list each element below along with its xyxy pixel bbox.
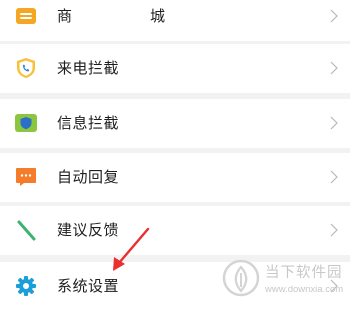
watermark-title: 当下软件园 <box>265 265 343 281</box>
chevron-right-icon <box>330 61 338 75</box>
menu-item-message-block[interactable]: 信息拦截 <box>0 99 350 148</box>
chevron-right-icon <box>330 170 338 184</box>
menu-item-label: 自动回复 <box>57 168 120 186</box>
call-block-shield-icon <box>17 58 35 78</box>
menu-item-label: 商 城 <box>57 7 182 25</box>
menu-item-auto-reply[interactable]: 自动回复 <box>0 153 350 202</box>
watermark-logo-icon <box>222 259 260 297</box>
chevron-right-icon <box>330 9 338 23</box>
auto-reply-chat-icon <box>16 168 36 186</box>
menu-item-call-block[interactable]: 来电拦截 <box>0 44 350 93</box>
menu-item-feedback[interactable]: 建议反馈 <box>0 206 350 255</box>
menu-item-label: 建议反馈 <box>57 221 120 239</box>
chevron-right-icon <box>330 223 338 237</box>
menu-item-label: 信息拦截 <box>57 114 120 132</box>
feedback-pen-icon <box>17 220 36 241</box>
watermark-url: www.downxia.com <box>265 284 344 295</box>
shop-icon <box>16 8 36 24</box>
settings-gear-icon <box>16 276 36 296</box>
menu-item-shop[interactable]: 商 城 <box>0 0 350 41</box>
watermark: 当下软件园 www.downxia.com <box>210 256 350 306</box>
menu-item-label: 来电拦截 <box>57 59 120 77</box>
message-block-shield-icon <box>15 114 37 132</box>
chevron-right-icon <box>330 116 338 130</box>
menu-item-label: 系统设置 <box>57 277 120 295</box>
